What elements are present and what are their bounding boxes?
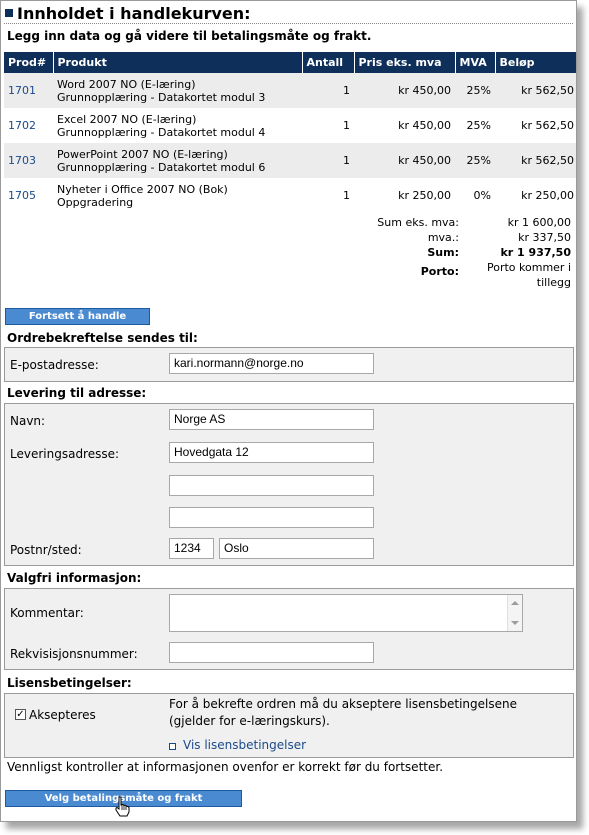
delivery-title: Levering til adresse:: [7, 386, 147, 400]
license-box: ✓ Aksepteres For å bekrefte ordren må du…: [4, 693, 574, 758]
sum-ex-value: kr 1 600,00: [507, 216, 571, 229]
sum-label: Sum:: [427, 246, 459, 259]
optional-info-box: Kommentar: Rekvisisjonsnummer:: [4, 588, 574, 670]
vat-cell: 25%: [455, 143, 495, 178]
product-desc: Grunnopplæring - Datakortet modul 3: [57, 90, 266, 104]
vat-cell: 25%: [466, 119, 491, 132]
vat-cell: 25%: [455, 73, 495, 108]
qty-cell: 1: [343, 119, 350, 132]
price-cell: kr 450,00: [354, 73, 455, 108]
amount-cell: kr 250,00: [521, 189, 574, 202]
vat-total-value: kr 337,50: [518, 231, 571, 244]
page-title-row: Innholdet i handlekurven:: [5, 4, 251, 23]
product-desc: Oppgradering: [57, 195, 134, 209]
product-name: Word 2007 NO (E-læring): [57, 77, 196, 91]
email-field[interactable]: kari.normann@norge.no: [169, 353, 374, 374]
email-label: E-postadresse:: [10, 358, 99, 372]
product-code-link[interactable]: 1703: [4, 143, 53, 178]
cart-table: Prod# Produkt Antall Pris eks. mva MVA B…: [4, 52, 576, 213]
price-cell: kr 450,00: [354, 143, 455, 178]
sum-ex-label: Sum eks. mva:: [377, 216, 459, 229]
address-field[interactable]: Hovedgata 12: [169, 442, 374, 463]
qty-cell: 1: [343, 189, 350, 202]
amount-cell: kr 562,50: [495, 73, 576, 108]
postal-code-field[interactable]: 1234: [169, 538, 214, 559]
summary-values: kr 1 600,00 kr 337,50 kr 1 937,50 Porto …: [487, 215, 571, 290]
product-name: Nyheter i Office 2007 NO (Bok): [57, 182, 228, 196]
scroll-up-icon[interactable]: [511, 601, 519, 605]
product-cell: Word 2007 NO (E-læring) Grunnopplæring - …: [53, 73, 302, 108]
product-cell: Nyheter i Office 2007 NO (Bok) Oppgraderi…: [53, 178, 302, 213]
page-title: Innholdet i handlekurven:: [17, 4, 251, 23]
bullet-square-icon: [5, 9, 13, 17]
city-field[interactable]: Oslo: [219, 538, 374, 559]
name-field[interactable]: Norge AS: [169, 409, 374, 430]
cart-panel: Innholdet i handlekurven: Legg inn data …: [0, 0, 577, 822]
delivery-box: Navn: Norge AS Leveringsadresse: Hovedga…: [4, 403, 574, 566]
optional-info-title: Valgfri informasjon:: [7, 571, 142, 585]
col-header-price: Pris eks. mva: [354, 52, 456, 73]
table-row: 1702 Excel 2007 NO (E-læring) Grunnopplær…: [4, 108, 576, 143]
requisition-field[interactable]: [169, 642, 374, 663]
product-name: Excel 2007 NO (E-læring): [57, 112, 197, 126]
product-cell: PowerPoint 2007 NO (E-læring) Grunnopplær…: [53, 143, 302, 178]
col-header-vat: MVA: [455, 52, 496, 73]
comment-scrollbar[interactable]: [507, 595, 522, 631]
product-desc: Grunnopplæring - Datakortet modul 4: [57, 125, 266, 139]
comment-label: Kommentar:: [10, 606, 84, 620]
price-cell: kr 450,00: [398, 119, 451, 132]
summary-labels: Sum eks. mva: mva.: Sum: Porto:: [377, 215, 459, 279]
address-label: Leveringsadresse:: [10, 447, 120, 461]
scroll-down-icon[interactable]: [511, 621, 519, 625]
view-license-link[interactable]: Vis lisensbetingelser: [183, 738, 306, 752]
table-row: 1701 Word 2007 NO (E-læring) Grunnopplæri…: [4, 73, 576, 108]
license-info-line-2: (gjelder for e-læringskurs).: [169, 714, 330, 728]
product-name: PowerPoint 2007 NO (E-læring): [57, 147, 228, 161]
postage-label: Porto:: [420, 265, 459, 278]
product-code-link[interactable]: 1705: [4, 178, 53, 213]
postal-label: Postnr/sted:: [10, 543, 82, 557]
comment-textarea[interactable]: [169, 594, 523, 632]
vat-total-label: mva.:: [427, 231, 459, 244]
name-label: Navn:: [10, 414, 46, 428]
license-title: Lisensbetingelser:: [7, 676, 132, 690]
qty-cell: 1: [302, 143, 354, 178]
footer-note: Vennligst kontroller at informasjonen ov…: [7, 760, 444, 774]
col-header-qty: Antall: [302, 52, 355, 73]
accept-checkbox[interactable]: ✓: [15, 709, 26, 720]
postage-value-2: tillegg: [536, 276, 571, 289]
postage-value-1: Porto kommer i: [486, 261, 571, 274]
bullet-square-icon: [169, 743, 176, 750]
continue-shopping-button[interactable]: Fortsett å handle: [5, 308, 150, 325]
title-divider: [4, 23, 573, 24]
price-cell: kr 250,00: [398, 189, 451, 202]
amount-cell: kr 562,50: [521, 119, 574, 132]
product-code-link[interactable]: 1701: [4, 73, 53, 108]
hand-pointer-icon: [115, 796, 130, 817]
col-header-prod: Prod#: [4, 52, 54, 73]
vat-cell: 0%: [473, 189, 491, 202]
product-desc: Grunnopplæring - Datakortet modul 6: [57, 160, 266, 174]
cart-header-row: Prod# Produkt Antall Pris eks. mva MVA B…: [4, 52, 576, 73]
col-header-product: Produkt: [53, 52, 303, 73]
accept-label[interactable]: Aksepteres: [29, 708, 96, 722]
address-field-2[interactable]: [169, 475, 374, 496]
order-confirmation-box: E-postadresse: kari.normann@norge.no: [4, 347, 574, 382]
product-cell: Excel 2007 NO (E-læring) Grunnopplæring -…: [53, 108, 302, 143]
sum-value: kr 1 937,50: [500, 246, 571, 259]
requisition-label: Rekvisisjonsnummer:: [10, 647, 138, 661]
product-code-link[interactable]: 1702: [4, 108, 53, 143]
license-info-line-1: For å bekrefte ordren må du akseptere li…: [169, 697, 517, 711]
order-confirmation-title: Ordrebekreftelse sendes til:: [7, 331, 198, 345]
table-row: 1703 PowerPoint 2007 NO (E-læring) Grunno…: [4, 143, 576, 178]
table-row: 1705 Nyheter i Office 2007 NO (Bok) Oppgr…: [4, 178, 576, 213]
qty-cell: 1: [302, 73, 354, 108]
amount-cell: kr 562,50: [495, 143, 576, 178]
intro-text: Legg inn data og gå videre til betalings…: [7, 29, 372, 43]
col-header-amount: Beløp: [495, 52, 576, 73]
address-field-3[interactable]: [169, 507, 374, 528]
